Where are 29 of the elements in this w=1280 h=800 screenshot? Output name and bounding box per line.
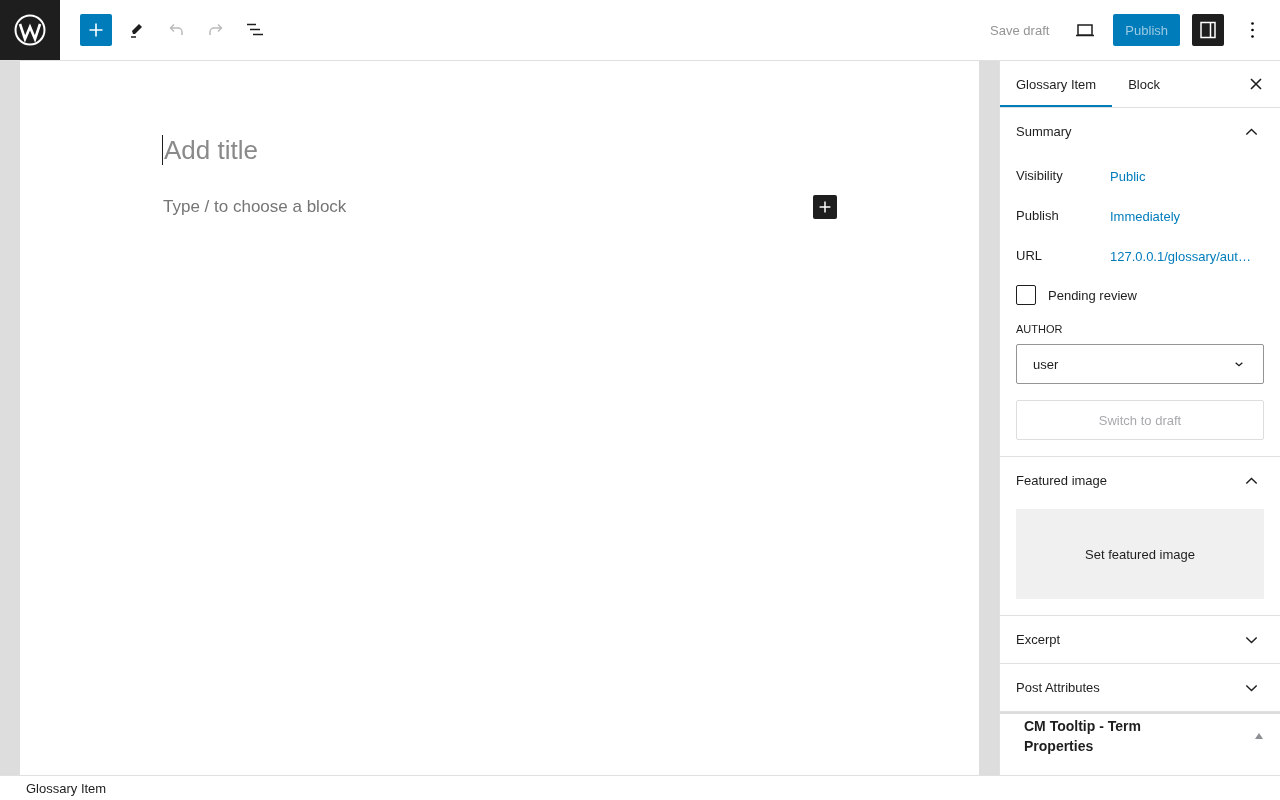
- checkbox[interactable]: [1016, 285, 1036, 305]
- panel-header[interactable]: Post Attributes: [1000, 664, 1280, 711]
- chevron-icon: [1245, 683, 1258, 692]
- author-select[interactable]: user: [1016, 344, 1264, 384]
- set-featured-image-button[interactable]: Set featured image: [1016, 509, 1264, 599]
- field-link[interactable]: 127.0.0.1/glossary/aut…: [1110, 248, 1251, 264]
- chevron-icon: [1245, 127, 1258, 136]
- field-link[interactable]: Public: [1110, 168, 1146, 184]
- metabox-title: CM Tooltip - Term Properties: [1024, 717, 1142, 756]
- panel-header[interactable]: Summary: [1000, 108, 1280, 155]
- field-link[interactable]: Immediately: [1110, 208, 1181, 224]
- author-label: AUTHOR: [1016, 323, 1064, 335]
- breadcrumb[interactable]: Glossary Item: [26, 780, 107, 796]
- add-block-button[interactable]: [813, 195, 837, 219]
- sidebar-tab[interactable]: Block: [1112, 61, 1176, 107]
- field-label: Visibility: [1016, 167, 1064, 183]
- panel-header[interactable]: Excerpt: [1000, 616, 1280, 663]
- chevron-icon: [1245, 476, 1258, 485]
- field-label: URL: [1016, 247, 1043, 263]
- block-placeholder[interactable]: Type / to choose a block: [163, 197, 347, 217]
- toggle-arrow-icon[interactable]: [1254, 732, 1264, 740]
- wordpress-logo-icon[interactable]: [14, 14, 46, 46]
- panel-header[interactable]: Featured image: [1000, 457, 1280, 504]
- more-icon: [1250, 22, 1254, 38]
- field-label: Publish: [1016, 207, 1060, 223]
- sidebar-tab[interactable]: Glossary Item: [1000, 61, 1113, 107]
- checkbox-label: Pending review: [1048, 287, 1137, 303]
- settings-toggle-button[interactable]: [1192, 14, 1224, 46]
- chevron-icon: [1245, 635, 1258, 644]
